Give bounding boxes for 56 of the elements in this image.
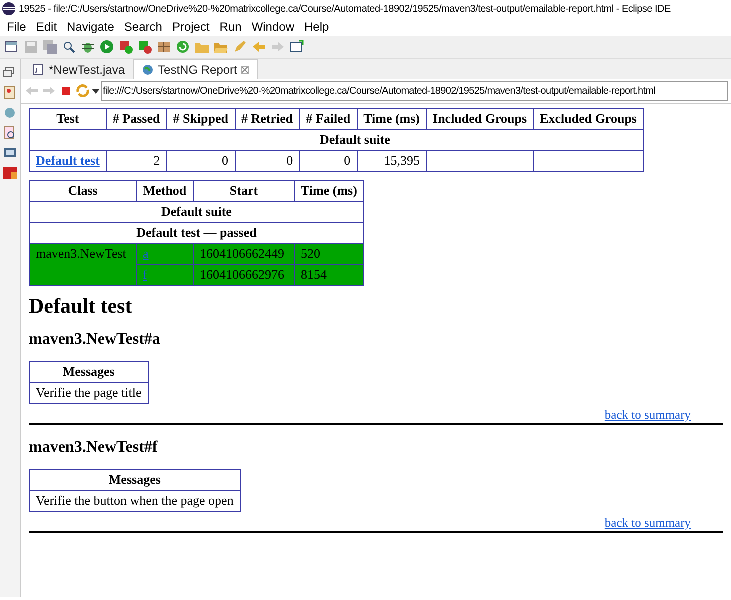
method-heading: maven3.NewTest#f xyxy=(29,439,159,457)
menu-item[interactable]: Run xyxy=(214,20,247,34)
editor-tab[interactable]: TestNG Report xyxy=(133,59,258,79)
section-heading: Default test xyxy=(29,294,134,319)
start-cell: 1604106662449 xyxy=(194,244,294,264)
column-header: Messages xyxy=(30,470,240,490)
column-header: # Retried xyxy=(235,108,300,130)
search-icon[interactable] xyxy=(61,39,77,55)
back-link[interactable]: back to summary xyxy=(604,516,691,530)
menu-item[interactable]: Search xyxy=(119,20,168,34)
column-header: Excluded Groups xyxy=(534,108,644,130)
menu-item[interactable]: File xyxy=(2,20,32,34)
globe-icon xyxy=(142,64,154,76)
new-file-icon[interactable] xyxy=(4,39,20,55)
test-link[interactable]: Default test xyxy=(36,153,100,168)
package-icon[interactable] xyxy=(156,39,172,55)
column-header: Class xyxy=(30,180,136,202)
refresh-icon[interactable] xyxy=(175,39,191,55)
java-file-icon xyxy=(33,64,45,76)
message-cell: Verifie the button when the page open xyxy=(30,490,240,512)
time-cell: 520 xyxy=(294,244,364,264)
column-header: # Passed xyxy=(106,108,167,130)
column-header: Included Groups xyxy=(426,108,534,130)
suite-row: Default suite xyxy=(30,130,644,150)
column-header: # Failed xyxy=(300,108,358,130)
message-cell: Verifie the page title xyxy=(30,382,148,404)
window-title: 19525 - file:/C:/Users/startnow/OneDrive%20-%20matrixcollege.ca/Course/Automated-18902/19525/maven3/test-output/emailable-report.html - Eclipse IDE xyxy=(19,4,671,14)
close-icon[interactable] xyxy=(241,66,250,74)
menu-item[interactable]: Project xyxy=(167,20,215,34)
menu-item[interactable]: Edit xyxy=(31,20,62,34)
menu-item[interactable]: Window xyxy=(246,20,300,34)
method-heading: maven3.NewTest#a xyxy=(29,331,162,349)
start-cell: 1604106662976 xyxy=(194,264,294,286)
column-header: Time (ms) xyxy=(294,180,364,202)
column-header: Start xyxy=(194,180,294,202)
column-header: Method xyxy=(136,180,194,202)
window-icon[interactable] xyxy=(289,39,305,55)
class-cell: maven3.NewTest xyxy=(30,244,136,286)
column-header: Time (ms) xyxy=(357,108,427,130)
table-cell: 2 xyxy=(106,150,167,172)
column-header: Test xyxy=(30,108,106,130)
back-link[interactable]: back to summary xyxy=(604,408,691,422)
time-cell: 8154 xyxy=(294,264,364,286)
address-field[interactable]: file:///C:/Users/startnow/OneDrive%20-%20matrixcollege.ca/Course/Automated-18902/19525/maven3/test-output/emailable-report.html xyxy=(101,81,728,101)
column-header: # Skipped xyxy=(166,108,236,130)
menu-item[interactable]: Help xyxy=(300,20,334,34)
editor-tab[interactable]: *NewTest.java xyxy=(25,60,134,79)
table-cell: 0 xyxy=(300,150,358,172)
menu-item[interactable]: Navigate xyxy=(62,20,120,34)
table-cell: 15,395 xyxy=(357,150,427,172)
table-cell: 0 xyxy=(235,150,300,172)
column-header: Messages xyxy=(30,362,148,382)
table-cell: 0 xyxy=(166,150,236,172)
dropdown-caret-icon[interactable] xyxy=(92,87,100,95)
run-icon[interactable] xyxy=(99,39,115,55)
suite-row: Default suite xyxy=(30,202,364,222)
